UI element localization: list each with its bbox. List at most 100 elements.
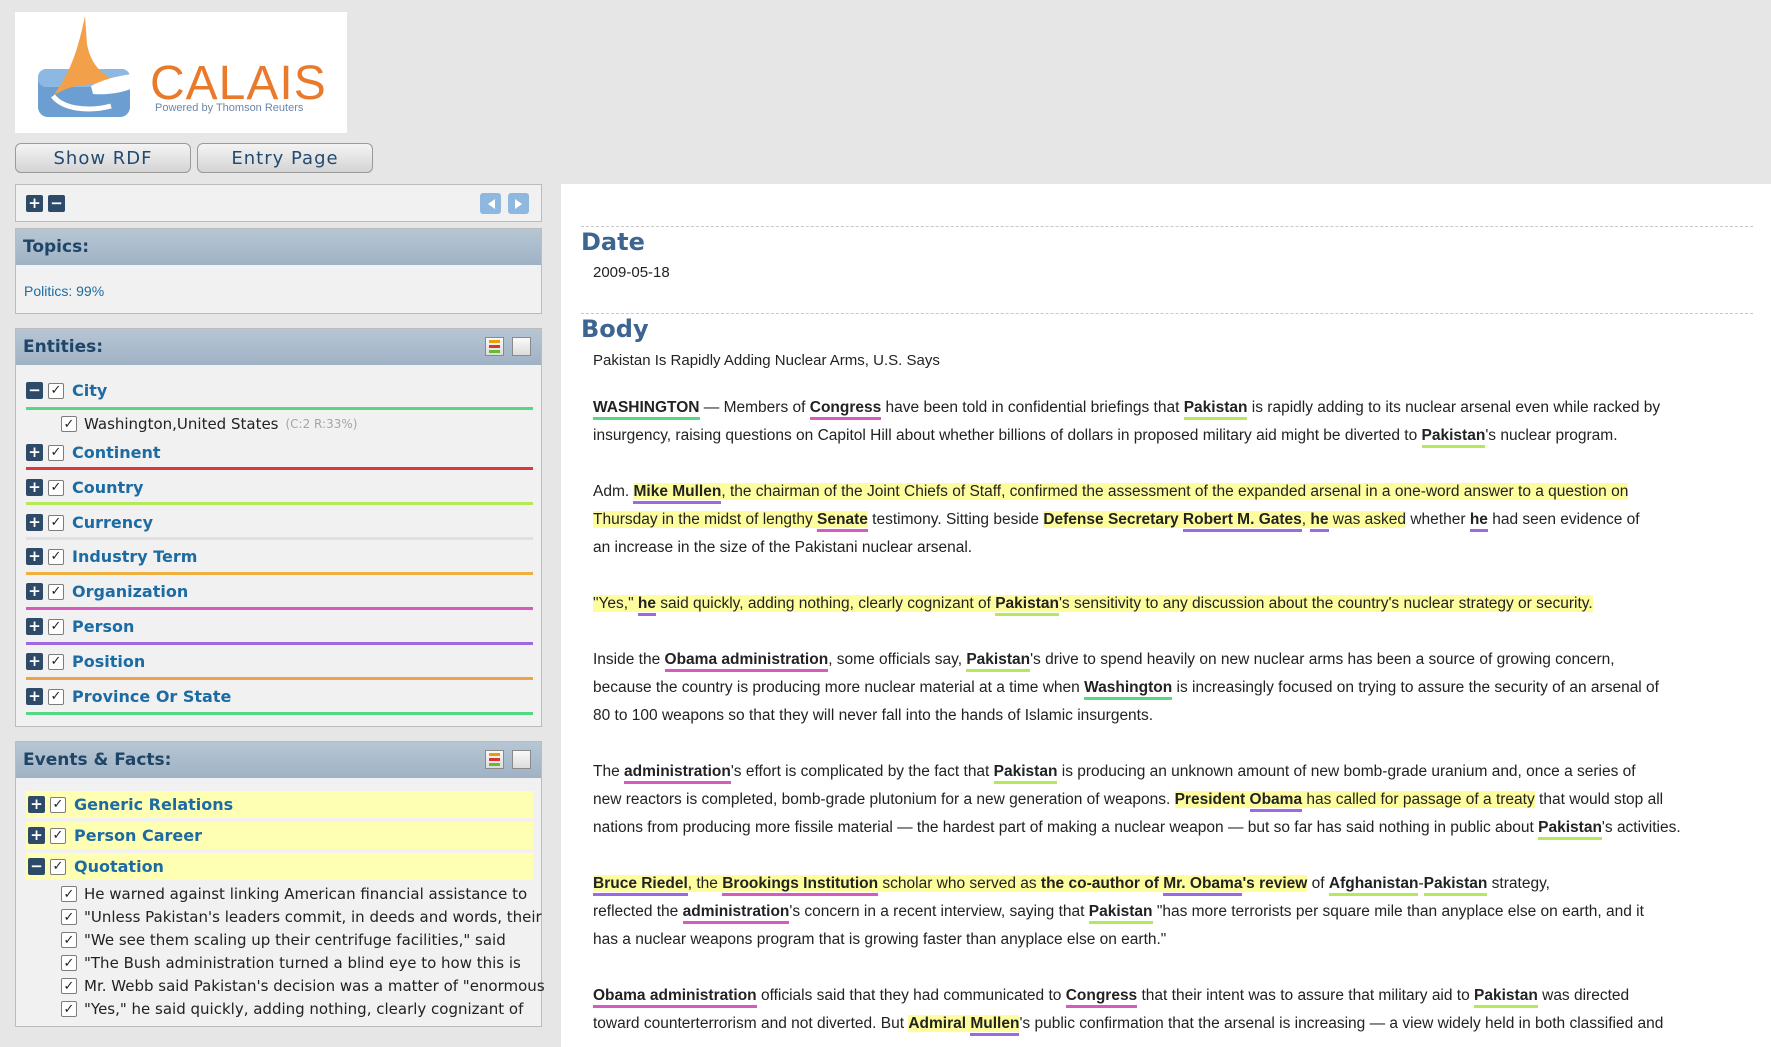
entity-bruce-riedel[interactable]: Bruce Riedel <box>593 875 688 896</box>
quotation-text: "We see them scaling up their centrifuge… <box>84 931 506 949</box>
entity-he[interactable]: he <box>1469 511 1488 532</box>
expand-icon[interactable]: + <box>26 653 43 670</box>
expand-icon[interactable]: + <box>26 688 43 705</box>
entity-administration[interactable]: administration <box>624 763 731 784</box>
checkbox[interactable]: ✓ <box>50 858 66 875</box>
entity-type-label: Province Or State <box>72 687 232 706</box>
checkbox[interactable]: ✓ <box>48 479 64 496</box>
collapse-icon[interactable]: − <box>26 382 43 399</box>
entity-brookings[interactable]: Brookings Institution <box>722 875 879 896</box>
blank-toggle-icon[interactable] <box>512 337 531 356</box>
entity-washington[interactable]: WASHINGTON <box>593 399 700 420</box>
entities-header: Entities: <box>16 329 541 365</box>
expand-icon[interactable]: + <box>28 796 45 813</box>
quotation-item[interactable]: ✓ "Yes," he said quickly, adding nothing,… <box>61 1000 546 1018</box>
expand-icon[interactable]: + <box>26 583 43 600</box>
entity-he[interactable]: he <box>1310 511 1329 532</box>
checkbox[interactable]: ✓ <box>48 618 64 635</box>
quotation-item[interactable]: ✓ He warned against linking American fina… <box>61 885 546 903</box>
entity-type-industry-term[interactable]: + ✓ Industry Term <box>26 547 533 566</box>
entity-washington[interactable]: Washington <box>1084 679 1173 700</box>
entity-mike-mullen[interactable]: Mike Mullen <box>633 483 722 504</box>
entity-type-currency[interactable]: + ✓ Currency <box>26 513 533 532</box>
entity-type-position[interactable]: + ✓ Position <box>26 652 533 671</box>
entity-he[interactable]: he <box>637 595 656 616</box>
entity-type-label: Industry Term <box>72 547 198 566</box>
entity-type-continent[interactable]: + ✓ Continent <box>26 443 533 462</box>
expand-icon[interactable]: + <box>26 514 43 531</box>
arrow-left-icon[interactable] <box>480 193 501 214</box>
entry-page-button[interactable]: Entry Page <box>197 143 373 173</box>
checkbox[interactable]: ✓ <box>48 444 64 461</box>
entity-admiral-mullen[interactable]: Mullen <box>970 1015 1020 1036</box>
entity-obama-administration[interactable]: Obama administration <box>664 651 829 672</box>
collapse-all-icon[interactable]: − <box>48 195 65 212</box>
topic-value[interactable]: Politics: 99% <box>24 283 104 299</box>
checkbox[interactable]: ✓ <box>48 548 64 565</box>
event-type-person-career[interactable]: + ✓ Person Career <box>26 822 533 849</box>
expand-all-icon[interactable]: + <box>26 195 43 212</box>
entity-type-organization[interactable]: + ✓ Organization <box>26 582 533 601</box>
entity-congress[interactable]: Congress <box>1065 987 1138 1008</box>
event-type-quotation[interactable]: − ✓ Quotation <box>26 853 533 880</box>
entity-pakistan[interactable]: Pakistan <box>1421 427 1486 448</box>
show-rdf-button[interactable]: Show RDF <box>15 143 191 173</box>
entity-afghanistan[interactable]: Afghanistan <box>1328 875 1419 896</box>
entity-type-country[interactable]: + ✓ Country <box>26 478 533 497</box>
checkbox[interactable]: ✓ <box>61 416 77 432</box>
entity-city-washington[interactable]: ✓ Washington,United States (C:2 R:33%) <box>61 415 357 433</box>
quotation-item[interactable]: ✓ "Unless Pakistan's leaders commit, in d… <box>61 908 546 926</box>
entity-obama[interactable]: Obama <box>1249 791 1303 812</box>
entity-pakistan[interactable]: Pakistan <box>1088 903 1153 924</box>
color-legend-icon[interactable] <box>485 750 504 769</box>
entity-robert-gates[interactable]: Robert M. Gates <box>1182 511 1302 532</box>
quotation-item[interactable]: ✓ "The Bush administration turned a blind… <box>61 954 546 972</box>
entity-pakistan[interactable]: Pakistan <box>1474 987 1538 1008</box>
body-line: nations from producing more fissile mate… <box>593 814 1765 842</box>
entity-administration[interactable]: administration <box>682 903 790 924</box>
blank-toggle-icon[interactable] <box>512 750 531 769</box>
entity-senate[interactable]: Senate <box>817 511 868 532</box>
checkbox[interactable]: ✓ <box>61 909 77 925</box>
checkbox[interactable]: ✓ <box>61 886 77 902</box>
quotation-item[interactable]: ✓ Mr. Webb said Pakistan's decision was a… <box>61 977 546 995</box>
event-type-label: Person Career <box>74 826 202 845</box>
entity-mr-obama[interactable]: Mr. Obama <box>1163 875 1243 896</box>
checkbox[interactable]: ✓ <box>48 514 64 531</box>
checkbox[interactable]: ✓ <box>48 653 64 670</box>
color-legend-icon[interactable] <box>485 337 504 356</box>
entity-pakistan[interactable]: Pakistan <box>1423 875 1488 896</box>
city-underline <box>26 407 533 410</box>
body-line: because the country is producing more nu… <box>593 674 1765 702</box>
checkbox[interactable]: ✓ <box>48 688 64 705</box>
divider <box>581 226 1753 227</box>
checkbox[interactable]: ✓ <box>50 796 66 813</box>
expand-icon[interactable]: + <box>26 618 43 635</box>
entity-type-province-or-state[interactable]: + ✓ Province Or State <box>26 687 533 706</box>
checkbox[interactable]: ✓ <box>61 1001 77 1017</box>
entity-pakistan[interactable]: Pakistan <box>1183 399 1248 420</box>
checkbox[interactable]: ✓ <box>61 932 77 948</box>
entity-type-person[interactable]: + ✓ Person <box>26 617 533 636</box>
checkbox[interactable]: ✓ <box>50 827 66 844</box>
entity-pakistan[interactable]: Pakistan <box>993 763 1058 784</box>
arrow-right-icon[interactable] <box>508 193 529 214</box>
entity-pakistan[interactable]: Pakistan <box>995 595 1059 616</box>
event-type-generic-relations[interactable]: + ✓ Generic Relations <box>26 791 533 818</box>
quotation-item[interactable]: ✓ "We see them scaling up their centrifug… <box>61 931 546 949</box>
checkbox[interactable]: ✓ <box>48 583 64 600</box>
quotation-text: "The Bush administration turned a blind … <box>84 954 521 972</box>
checkbox[interactable]: ✓ <box>48 382 64 399</box>
checkbox[interactable]: ✓ <box>61 978 77 994</box>
expand-icon[interactable]: + <box>26 479 43 496</box>
entity-pakistan[interactable]: Pakistan <box>1538 819 1602 840</box>
entity-pakistan[interactable]: Pakistan <box>966 651 1031 672</box>
entity-type-city[interactable]: − ✓ City <box>26 381 533 400</box>
expand-icon[interactable]: + <box>26 444 43 461</box>
entity-obama-administration[interactable]: Obama administration <box>593 987 757 1008</box>
entity-congress[interactable]: Congress <box>809 399 882 420</box>
expand-icon[interactable]: + <box>28 827 45 844</box>
checkbox[interactable]: ✓ <box>61 955 77 971</box>
collapse-icon[interactable]: − <box>28 858 45 875</box>
expand-icon[interactable]: + <box>26 548 43 565</box>
